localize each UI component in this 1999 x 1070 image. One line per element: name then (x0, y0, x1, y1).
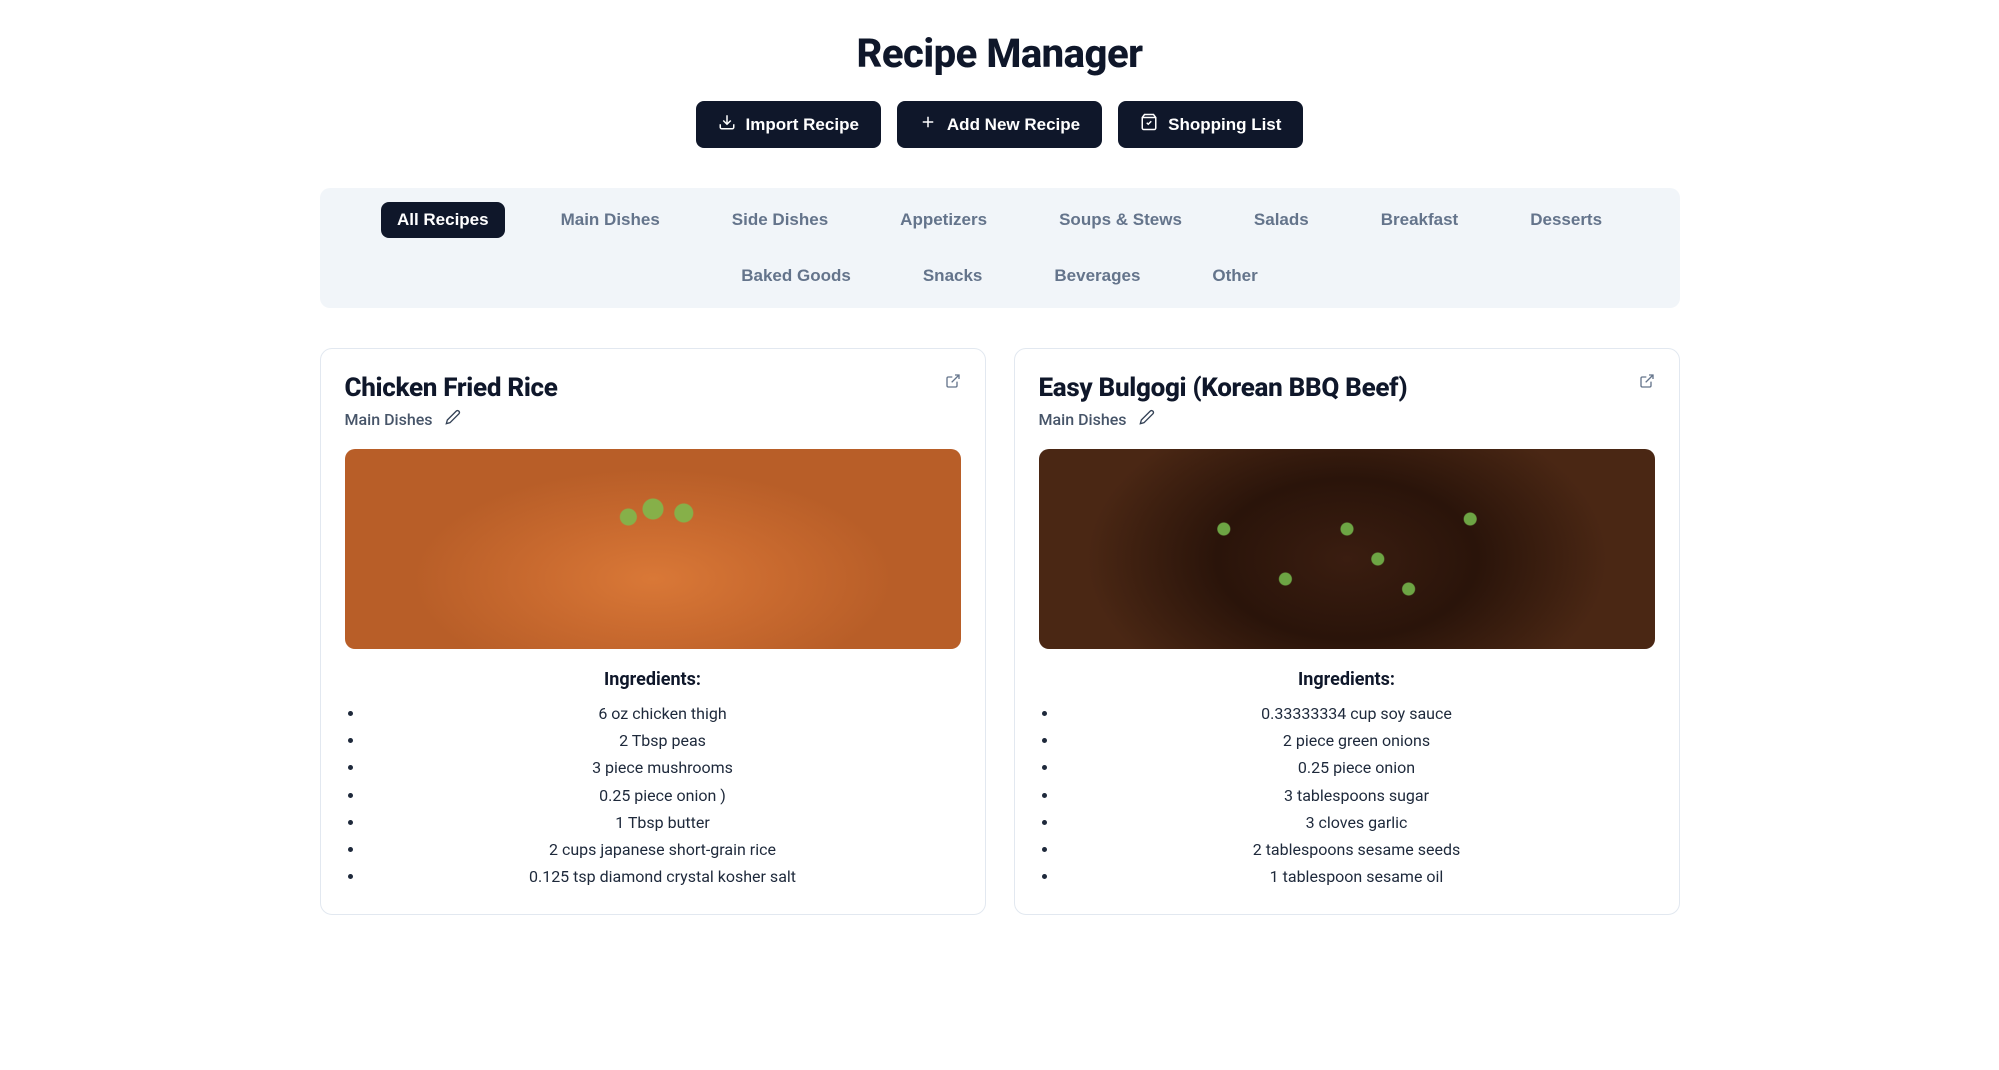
external-link-icon[interactable] (945, 373, 961, 393)
ingredients-list: 6 oz chicken thigh2 Tbsp peas3 piece mus… (345, 700, 961, 890)
ingredients-list: 0.33333334 cup soy sauce2 piece green on… (1039, 700, 1655, 890)
recipe-card-header: Easy Bulgogi (Korean BBQ Beef) (1039, 373, 1655, 403)
category-tabs: All Recipes Main Dishes Side Dishes Appetiz… (320, 188, 1680, 308)
shopping-bag-icon (1140, 113, 1158, 136)
ingredients-heading: Ingredients: (1039, 669, 1655, 690)
plus-icon (919, 113, 937, 136)
toolbar: Import Recipe Add New Recipe Shopping Li… (320, 101, 1680, 148)
recipe-category-row: Main Dishes (1039, 409, 1655, 429)
add-recipe-button[interactable]: Add New Recipe (897, 101, 1102, 148)
tab-appetizers[interactable]: Appetizers (884, 202, 1003, 238)
ingredient-item: 3 piece mushrooms (365, 754, 961, 781)
external-link-icon[interactable] (1639, 373, 1655, 393)
recipe-category-row: Main Dishes (345, 409, 961, 429)
recipe-card: Chicken Fried Rice Main Dishes Ingredients… (320, 348, 986, 915)
recipe-image (345, 449, 961, 649)
tab-all-recipes[interactable]: All Recipes (381, 202, 505, 238)
tab-snacks[interactable]: Snacks (907, 258, 999, 294)
recipe-image (1039, 449, 1655, 649)
add-recipe-label: Add New Recipe (947, 115, 1080, 135)
ingredient-item: 6 oz chicken thigh (365, 700, 961, 727)
tab-salads[interactable]: Salads (1238, 202, 1325, 238)
page-title: Recipe Manager (320, 30, 1680, 77)
recipe-title: Easy Bulgogi (Korean BBQ Beef) (1039, 373, 1408, 403)
recipe-title: Chicken Fried Rice (345, 373, 558, 403)
import-recipe-label: Import Recipe (746, 115, 859, 135)
tab-soups-stews[interactable]: Soups & Stews (1043, 202, 1198, 238)
ingredient-item: 2 cups japanese short-grain rice (365, 836, 961, 863)
ingredient-item: 2 tablespoons sesame seeds (1059, 836, 1655, 863)
ingredients-heading: Ingredients: (345, 669, 961, 690)
ingredient-item: 2 Tbsp peas (365, 727, 961, 754)
ingredient-item: 3 tablespoons sugar (1059, 782, 1655, 809)
tab-breakfast[interactable]: Breakfast (1365, 202, 1475, 238)
tab-side-dishes[interactable]: Side Dishes (716, 202, 844, 238)
ingredient-item: 2 piece green onions (1059, 727, 1655, 754)
recipe-category-link[interactable]: Main Dishes (1039, 410, 1127, 429)
recipe-card-header: Chicken Fried Rice (345, 373, 961, 403)
ingredient-item: 0.25 piece onion ) (365, 782, 961, 809)
ingredient-item: 3 cloves garlic (1059, 809, 1655, 836)
shopping-list-label: Shopping List (1168, 115, 1281, 135)
recipe-category-link[interactable]: Main Dishes (345, 410, 433, 429)
shopping-list-button[interactable]: Shopping List (1118, 101, 1303, 148)
edit-icon[interactable] (445, 409, 461, 429)
ingredient-item: 1 tablespoon sesame oil (1059, 863, 1655, 890)
tab-baked-goods[interactable]: Baked Goods (725, 258, 867, 294)
tab-other[interactable]: Other (1196, 258, 1273, 294)
tab-desserts[interactable]: Desserts (1514, 202, 1618, 238)
tab-beverages[interactable]: Beverages (1038, 258, 1156, 294)
tab-main-dishes[interactable]: Main Dishes (545, 202, 676, 238)
ingredient-item: 0.125 tsp diamond crystal kosher salt (365, 863, 961, 890)
import-icon (718, 113, 736, 136)
import-recipe-button[interactable]: Import Recipe (696, 101, 881, 148)
recipe-card: Easy Bulgogi (Korean BBQ Beef) Main Dishe… (1014, 348, 1680, 915)
ingredient-item: 0.25 piece onion (1059, 754, 1655, 781)
ingredient-item: 1 Tbsp butter (365, 809, 961, 836)
edit-icon[interactable] (1139, 409, 1155, 429)
recipes-grid: Chicken Fried Rice Main Dishes Ingredients… (320, 348, 1680, 915)
ingredient-item: 0.33333334 cup soy sauce (1059, 700, 1655, 727)
